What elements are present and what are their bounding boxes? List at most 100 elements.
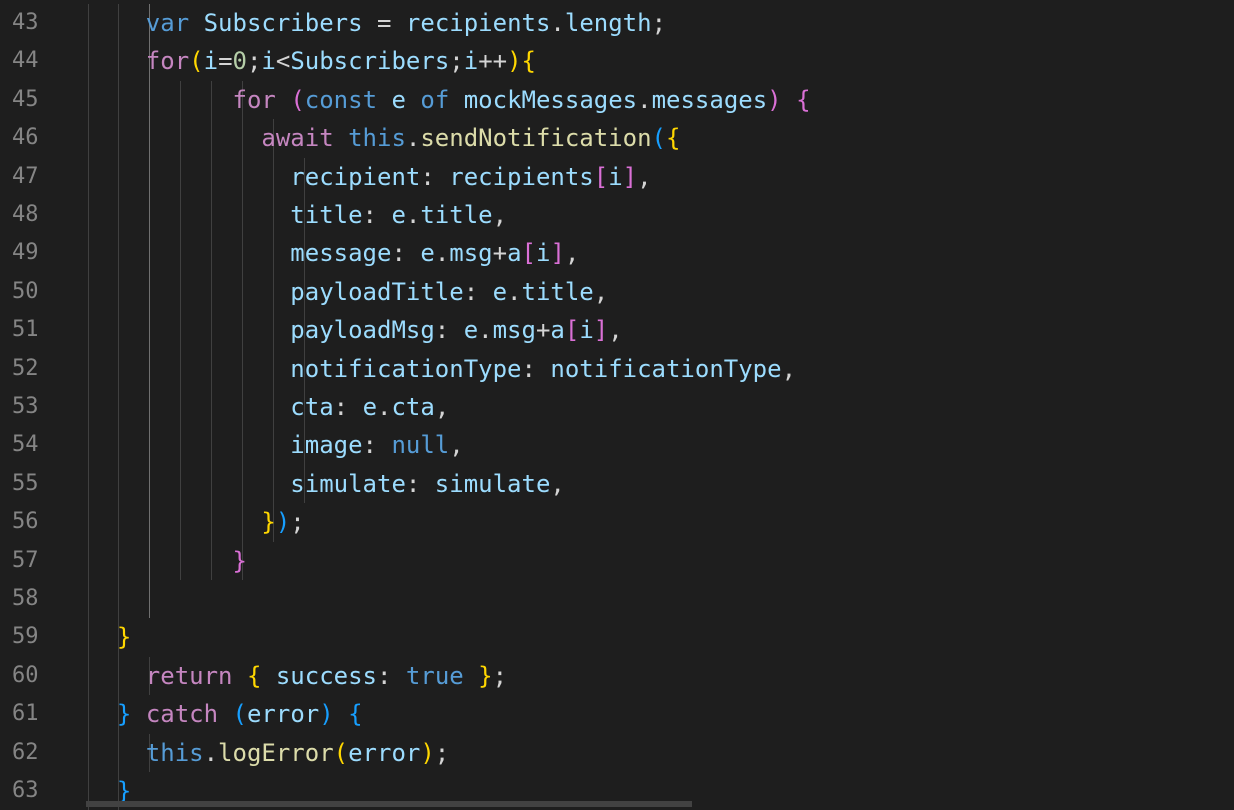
line-number: 54 [12, 432, 39, 458]
code-text[interactable]: for (const e of mockMessages.messages) { [88, 81, 811, 119]
code-text[interactable]: message: e.msg+a[i], [88, 234, 579, 272]
horizontal-scrollbar[interactable] [86, 801, 692, 807]
code-token: . [550, 9, 565, 37]
code-text[interactable]: cta: e.cta, [88, 388, 449, 426]
code-text[interactable]: } [88, 618, 131, 656]
code-token: ( [189, 47, 204, 76]
code-text[interactable]: await this.sendNotification({ [88, 119, 680, 157]
code-line[interactable]: 46 await this.sendNotification({ [0, 119, 1234, 157]
code-token: catch [145, 700, 219, 729]
line-number: 53 [12, 394, 39, 419]
code-token: ; [290, 508, 305, 537]
code-token: i [535, 239, 551, 268]
code-token: Subscribers [203, 9, 363, 37]
code-line[interactable]: 55 simulate: simulate, [0, 465, 1234, 503]
code-token: ) [420, 738, 435, 767]
code-line[interactable]: 62 this.logError(error); [0, 734, 1234, 772]
code-text[interactable]: }); [88, 503, 305, 541]
line-number: 57 [12, 547, 39, 573]
code-line[interactable]: 48 title: e.title, [0, 196, 1234, 234]
code-token: : [434, 316, 464, 345]
code-token: , [449, 431, 464, 460]
code-token: . [405, 124, 421, 153]
line-number: 50 [12, 278, 39, 304]
code-token: image [290, 431, 363, 460]
code-token: 0 [232, 47, 247, 76]
code-token: const [304, 85, 378, 114]
code-editor[interactable]: 43 var Subscribers = recipients.length; 4… [0, 0, 1234, 810]
code-line[interactable]: 59 } [0, 618, 1234, 656]
line-number: 60 [12, 662, 39, 688]
code-token: var [145, 9, 190, 37]
code-line[interactable]: 49 message: e.msg+a[i], [0, 234, 1234, 272]
code-line[interactable]: 58 [0, 580, 1234, 618]
code-line[interactable]: 43 var Subscribers = recipients.length; [0, 4, 1234, 42]
line-number: 55 [12, 470, 39, 496]
code-token: i [463, 47, 479, 76]
code-text[interactable]: recipient: recipients[i], [88, 158, 651, 196]
code-line[interactable]: 44 for(i=0;i<Subscribers;i++){ [0, 42, 1234, 80]
code-line[interactable]: 61 } catch (error) { [0, 695, 1234, 733]
code-line[interactable]: 60 return { success: true }; [0, 657, 1234, 695]
code-token: + [535, 316, 551, 345]
line-number: 51 [12, 317, 39, 343]
code-line[interactable]: 50 payloadTitle: e.title, [0, 273, 1234, 311]
code-line[interactable]: 45 for (const e of mockMessages.messages… [0, 81, 1234, 119]
code-text[interactable]: payloadMsg: e.msg+a[i], [88, 311, 623, 349]
code-token: : [463, 277, 493, 306]
code-token: e [391, 201, 406, 229]
code-line[interactable]: 53 cta: e.cta, [0, 388, 1234, 426]
code-line[interactable]: 56 }); [0, 503, 1234, 541]
code-text[interactable]: var Subscribers = recipients.length; [88, 4, 666, 42]
line-number: 52 [12, 355, 39, 381]
code-line[interactable]: 47 recipient: recipients[i], [0, 158, 1234, 196]
code-token: , [434, 393, 450, 421]
code-text[interactable]: return { success: true }; [88, 657, 507, 695]
code-token: [ [521, 239, 536, 268]
line-number: 48 [12, 202, 39, 227]
code-text[interactable]: title: e.title, [88, 196, 507, 234]
code-token: e [420, 239, 435, 268]
code-line[interactable]: 57 } [0, 542, 1234, 580]
code-token: e [463, 316, 479, 345]
code-line[interactable]: 51 payloadMsg: e.msg+a[i], [0, 311, 1234, 349]
code-token: success [275, 661, 378, 690]
code-text[interactable]: } [88, 542, 247, 580]
code-token: { [348, 700, 363, 729]
code-text[interactable]: image: null, [88, 426, 464, 464]
line-number: 61 [12, 701, 39, 727]
code-token: ( [651, 124, 666, 153]
code-token: for [145, 47, 190, 76]
code-text[interactable]: this.logError(error); [88, 734, 449, 772]
line-number: 63 [12, 778, 39, 803]
line-number: 45 [12, 86, 39, 112]
code-text[interactable]: for(i=0;i<Subscribers;i++){ [88, 42, 536, 80]
code-token: i [203, 47, 219, 76]
code-token: { [796, 85, 811, 114]
code-text[interactable]: notificationType: notificationType, [88, 350, 796, 388]
code-token: a [507, 239, 522, 268]
code-text[interactable]: payloadTitle: e.title, [88, 273, 608, 311]
code-token: , [492, 201, 508, 229]
code-token: error [348, 738, 421, 767]
code-token: notificationType [550, 354, 782, 383]
code-token: } [261, 508, 276, 537]
code-line[interactable]: 52 notificationType: notificationType, [0, 350, 1234, 388]
code-token: mockMessages [463, 85, 638, 114]
code-token: , [608, 316, 623, 345]
code-text[interactable]: } catch (error) { [88, 695, 363, 733]
code-token: e [391, 85, 406, 114]
code-line[interactable]: 54 image: null, [0, 426, 1234, 464]
code-token: ] [593, 316, 609, 345]
code-token: . [434, 239, 450, 268]
code-token: Subscribers [290, 47, 450, 76]
code-token: msg [492, 316, 536, 345]
code-text[interactable]: simulate: simulate, [88, 465, 565, 503]
